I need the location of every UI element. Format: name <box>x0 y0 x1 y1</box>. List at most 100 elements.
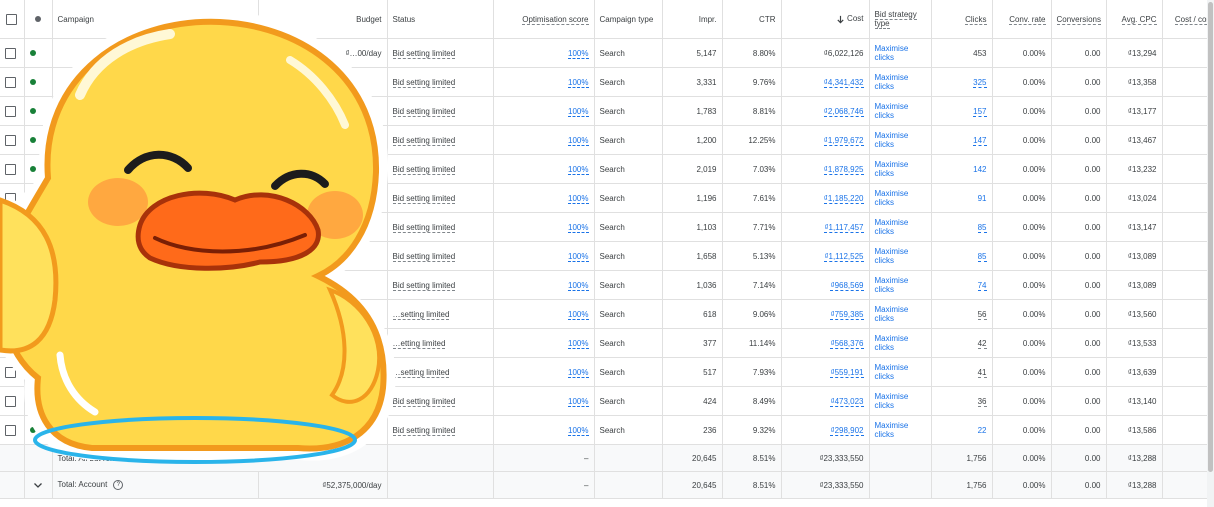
bid-strategy-link[interactable]: Maximise clicks <box>875 102 926 120</box>
opt-score-link[interactable]: 100% <box>568 48 589 59</box>
cost-cell[interactable]: ₫1,878,925 <box>781 154 870 184</box>
opt-score-cell[interactable]: 100% <box>493 67 595 97</box>
bid-strategy-cell[interactable]: Maximise clicks <box>869 38 932 68</box>
clicks-cell[interactable]: 22 <box>931 415 993 445</box>
header-conv-rate[interactable]: Conv. rate <box>992 0 1052 39</box>
bid-strategy-link[interactable]: Maximise clicks <box>875 189 926 207</box>
clicks-value[interactable]: 157 <box>973 106 987 117</box>
header-clicks[interactable]: Clicks <box>931 0 993 39</box>
bid-strategy-cell[interactable]: Maximise clicks <box>869 241 932 271</box>
clicks-cell[interactable]: 325 <box>931 67 993 97</box>
opt-score-cell[interactable]: 100% <box>493 299 595 329</box>
clicks-value[interactable]: 41 <box>977 367 987 378</box>
bid-strategy-cell[interactable]: Maximise clicks <box>869 125 932 155</box>
clicks-value[interactable]: 74 <box>977 280 987 291</box>
bid-strategy-link[interactable]: Maximise clicks <box>875 392 926 410</box>
cost-cell[interactable]: ₫2,068,746 <box>781 96 870 126</box>
cost-value[interactable]: ₫1,185,220 <box>823 193 864 204</box>
clicks-cell[interactable]: 56 <box>931 299 993 329</box>
bid-strategy-link[interactable]: Maximise clicks <box>875 131 926 149</box>
opt-score-link[interactable]: 100% <box>568 135 589 146</box>
clicks-value[interactable]: 85 <box>977 222 987 233</box>
opt-score-cell[interactable]: 100% <box>493 241 595 271</box>
bid-strategy-cell[interactable]: Maximise clicks <box>869 386 932 416</box>
cost-cell[interactable]: ₫298,902 <box>781 415 870 445</box>
cost-value[interactable]: ₫568,376 <box>830 338 864 349</box>
opt-score-link[interactable]: 100% <box>568 251 589 262</box>
bid-strategy-link[interactable]: Maximise clicks <box>875 160 926 178</box>
clicks-cell[interactable]: 85 <box>931 241 993 271</box>
bid-strategy-link[interactable]: Maximise clicks <box>875 218 926 236</box>
help-icon[interactable]: ? <box>113 480 124 490</box>
opt-score-cell[interactable]: 100% <box>493 415 595 445</box>
opt-score-cell[interactable]: 100% <box>493 38 595 68</box>
clicks-value[interactable]: 91 <box>978 194 987 203</box>
bid-strategy-link[interactable]: Maximise clicks <box>875 421 926 439</box>
opt-score-link[interactable]: 100% <box>568 280 589 291</box>
clicks-value[interactable]: 85 <box>977 251 987 262</box>
cost-cell[interactable]: ₫759,385 <box>781 299 870 329</box>
cost-value[interactable]: ₫4,341,432 <box>823 77 864 88</box>
clicks-value[interactable]: 142 <box>973 165 986 174</box>
cost-cell[interactable]: ₫568,376 <box>781 328 870 358</box>
clicks-cell[interactable]: 147 <box>931 125 993 155</box>
opt-score-link[interactable]: 100% <box>568 396 589 407</box>
clicks-value[interactable]: 453 <box>973 49 986 58</box>
opt-score-cell[interactable]: 100% <box>493 154 595 184</box>
cost-cell[interactable]: ₫1,117,457 <box>781 212 870 242</box>
bid-strategy-cell[interactable]: Maximise clicks <box>869 357 932 387</box>
bid-strategy-cell[interactable]: Maximise clicks <box>869 270 932 300</box>
cost-value[interactable]: ₫1,878,925 <box>823 164 864 175</box>
clicks-cell[interactable]: 157 <box>931 96 993 126</box>
bid-strategy-cell[interactable]: Maximise clicks <box>869 154 932 184</box>
opt-score-link[interactable]: 100% <box>568 77 589 88</box>
cost-value[interactable]: ₫759,385 <box>830 309 864 320</box>
clicks-cell[interactable]: 74 <box>931 270 993 300</box>
opt-score-cell[interactable]: 100% <box>493 125 595 155</box>
bid-strategy-cell[interactable]: Maximise clicks <box>869 415 932 445</box>
clicks-cell[interactable]: 36 <box>931 386 993 416</box>
opt-score-cell[interactable]: 100% <box>493 270 595 300</box>
cost-value[interactable]: ₫298,902 <box>830 425 864 436</box>
cost-value[interactable]: ₫968,569 <box>830 280 864 291</box>
bid-strategy-link[interactable]: Maximise clicks <box>875 305 926 323</box>
clicks-value[interactable]: 56 <box>977 309 987 320</box>
bid-strategy-link[interactable]: Maximise clicks <box>875 44 926 62</box>
bid-strategy-cell[interactable]: Maximise clicks <box>869 96 932 126</box>
header-ctr[interactable]: CTR <box>722 0 782 39</box>
opt-score-link[interactable]: 100% <box>568 164 589 175</box>
chevron-down-icon[interactable] <box>33 480 43 490</box>
bid-strategy-link[interactable]: Maximise clicks <box>875 334 926 352</box>
header-opt-score[interactable]: Optimisation score <box>493 0 595 39</box>
bid-strategy-link[interactable]: Maximise clicks <box>875 73 926 91</box>
cost-cell[interactable]: ₫4,341,432 <box>781 67 870 97</box>
cost-value[interactable]: ₫1,112,525 <box>824 251 864 262</box>
clicks-cell[interactable]: 453 <box>931 38 993 68</box>
cost-cell[interactable]: ₫559,191 <box>781 357 870 387</box>
bid-strategy-link[interactable]: Maximise clicks <box>875 247 926 265</box>
header-cost[interactable]: Cost <box>781 0 870 39</box>
clicks-cell[interactable]: 91 <box>931 183 993 213</box>
clicks-value[interactable]: 147 <box>973 135 987 146</box>
opt-score-cell[interactable]: 100% <box>493 212 595 242</box>
header-avg-cpc[interactable]: Avg. CPC <box>1106 0 1163 39</box>
clicks-value[interactable]: 22 <box>978 426 987 435</box>
header-impr[interactable]: Impr. <box>662 0 723 39</box>
cost-value[interactable]: ₫2,068,746 <box>823 106 864 117</box>
clicks-cell[interactable]: 41 <box>931 357 993 387</box>
cost-cell[interactable]: ₫1,979,672 <box>781 125 870 155</box>
header-campaign-type[interactable]: Campaign type <box>594 0 663 39</box>
clicks-cell[interactable]: 142 <box>931 154 993 184</box>
opt-score-cell[interactable]: 100% <box>493 328 595 358</box>
vertical-scrollbar-thumb[interactable] <box>1208 2 1213 472</box>
opt-score-link[interactable]: 100% <box>568 106 589 117</box>
bid-strategy-link[interactable]: Maximise clicks <box>875 363 926 381</box>
cost-cell[interactable]: ₫1,185,220 <box>781 183 870 213</box>
clicks-value[interactable]: 325 <box>973 77 987 88</box>
opt-score-link[interactable]: 100% <box>568 193 589 204</box>
cost-cell[interactable]: ₫6,022,126 <box>781 38 870 68</box>
header-bid-strategy[interactable]: Bid strategy type <box>869 0 932 39</box>
clicks-cell[interactable]: 42 <box>931 328 993 358</box>
cost-value[interactable]: ₫473,023 <box>830 396 864 407</box>
bid-strategy-cell[interactable]: Maximise clicks <box>869 299 932 329</box>
